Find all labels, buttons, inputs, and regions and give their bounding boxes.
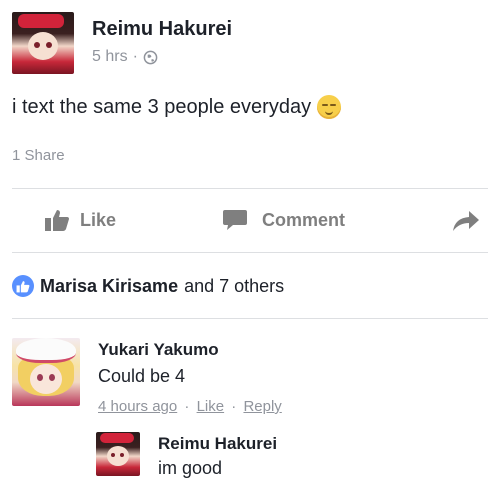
like-reaction-icon — [12, 275, 34, 297]
divider — [12, 188, 488, 189]
reply-text: im good — [158, 458, 223, 478]
post-time[interactable]: 5 hrs — [92, 48, 128, 66]
avatar-eye — [120, 453, 124, 457]
post-author-name[interactable]: Reimu Hakurei — [92, 18, 232, 41]
post-text: i text the same 3 people everyday — [12, 95, 342, 119]
meta-separator: · — [184, 398, 190, 415]
comment-like-link[interactable]: Like — [197, 398, 225, 415]
like-label: Like — [80, 209, 117, 230]
avatar-eye — [49, 374, 55, 381]
comment-meta: 4 hours ago · Like · Reply — [98, 398, 282, 415]
reply-author-name[interactable]: Reimu Hakurei — [158, 434, 277, 454]
meta-separator: · — [231, 398, 237, 415]
avatar-eye — [111, 453, 115, 457]
divider — [12, 318, 488, 319]
avatar-eye — [34, 42, 40, 48]
reactions-summary[interactable]: Marisa Kirisame and 7 others — [12, 275, 284, 297]
comment-button[interactable]: Comment — [222, 208, 345, 232]
avatar-bow — [18, 14, 64, 28]
comment-time-link[interactable]: 4 hours ago — [98, 398, 177, 415]
author-avatar[interactable] — [12, 12, 74, 74]
comment-text: Could be 4 — [98, 366, 186, 386]
post-body: i text the same 3 people everyday — [12, 95, 312, 118]
like-button[interactable]: Like — [44, 208, 116, 232]
avatar-eye — [46, 42, 52, 48]
avatar-hat — [16, 338, 76, 363]
comment-author-name[interactable]: Yukari Yakumo — [98, 340, 219, 360]
avatar-eye — [37, 374, 43, 381]
comment-label: Comment — [262, 209, 346, 230]
avatar-bow — [100, 433, 134, 443]
thumbs-up-icon — [44, 208, 70, 232]
globe-icon[interactable] — [143, 50, 158, 65]
reaction-names[interactable]: Marisa Kirisame — [40, 276, 178, 297]
avatar-face — [30, 364, 62, 394]
share-count[interactable]: 1 Share — [12, 147, 65, 164]
share-button[interactable] — [452, 210, 480, 232]
post-meta: 5 hrs · — [92, 48, 158, 66]
comment-bubble-icon — [222, 208, 248, 232]
comment-reply-link[interactable]: Reply — [243, 398, 281, 415]
share-arrow-icon — [452, 210, 480, 232]
reaction-others[interactable]: and 7 others — [184, 276, 284, 297]
reply-author-avatar[interactable] — [96, 432, 140, 476]
avatar-face — [28, 32, 58, 60]
divider — [12, 252, 488, 253]
relieved-face-icon — [317, 95, 342, 119]
commenter-avatar[interactable] — [12, 338, 80, 406]
meta-separator: · — [132, 48, 138, 65]
